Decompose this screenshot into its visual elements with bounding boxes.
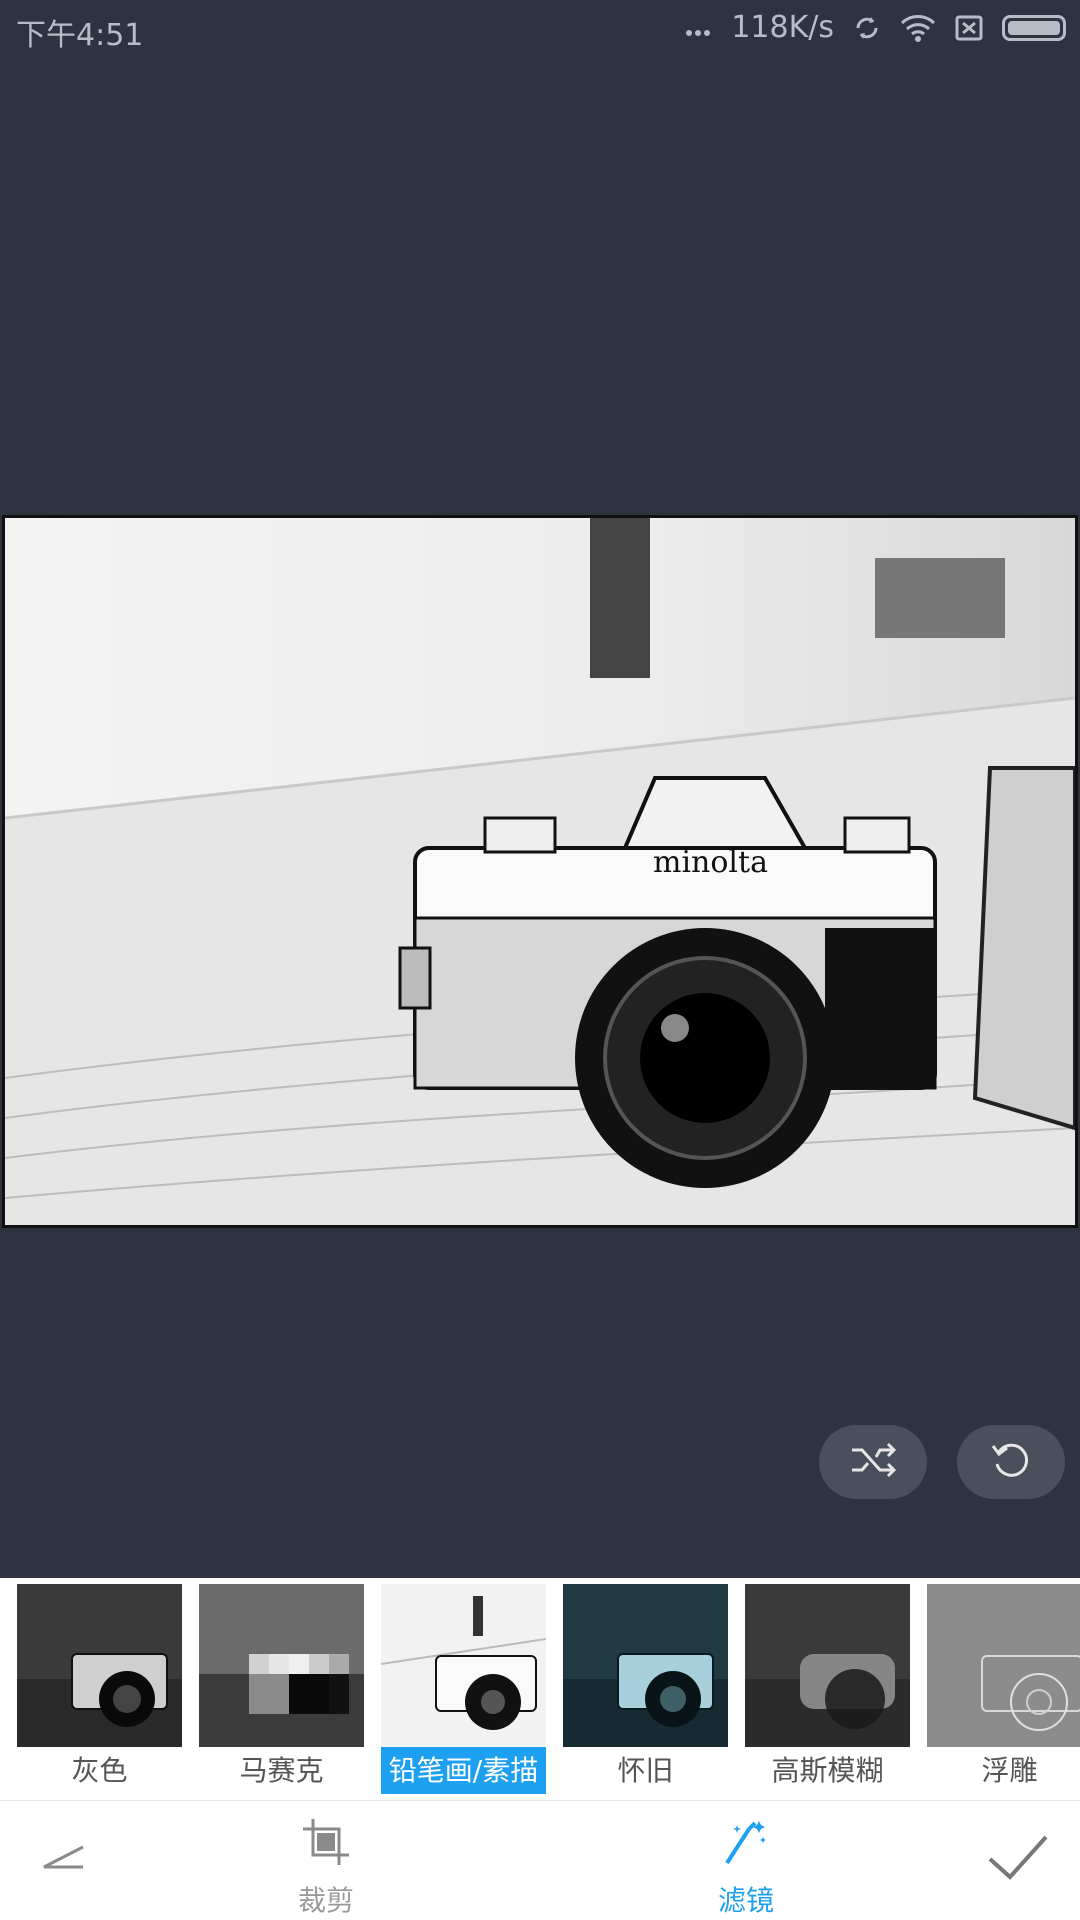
filter-label: 灰色 (71, 1754, 128, 1787)
check-icon (986, 1831, 1050, 1887)
photo-preview: minolta (2, 515, 1078, 1228)
filter-sketch[interactable]: 铅笔画/素描 (381, 1584, 546, 1794)
filter-gray[interactable]: 灰色 (17, 1584, 182, 1794)
filter-thumbnail (563, 1584, 728, 1747)
more-dots-icon (683, 13, 713, 43)
filter-vintage[interactable]: 怀旧 (563, 1584, 728, 1794)
filter-gaussian-blur[interactable]: 高斯模糊 (745, 1584, 910, 1794)
wifi-icon (900, 13, 936, 43)
sync-icon (852, 13, 882, 43)
filter-thumbnail (17, 1584, 182, 1747)
back-button[interactable] (38, 1837, 88, 1881)
bottom-toolbar: 裁剪 滤镜 (0, 1800, 1080, 1920)
filter-thumbnail (381, 1584, 546, 1747)
filter-thumbnail (199, 1584, 364, 1747)
filter-thumbnail (927, 1584, 1080, 1747)
filter-label: 怀旧 (617, 1754, 674, 1787)
filter-thumbnail (745, 1584, 910, 1747)
filter-mosaic[interactable]: 马赛克 (199, 1584, 364, 1794)
filter-strip[interactable]: 灰色 马赛克 铅笔画/素描 怀旧 高斯模糊 浮雕 (0, 1578, 1080, 1800)
crop-icon (299, 1815, 353, 1873)
magic-wand-icon (719, 1815, 773, 1873)
filter-label: 浮雕 (981, 1754, 1038, 1787)
filter-label: 高斯模糊 (771, 1754, 884, 1787)
crop-label: 裁剪 (298, 1884, 355, 1917)
filter-label: 铅笔画/素描 (381, 1747, 546, 1794)
filter-label: 滤镜 (718, 1884, 775, 1917)
filter-emboss[interactable]: 浮雕 (927, 1584, 1080, 1794)
status-time: 下午4:51 (16, 18, 144, 53)
confirm-button[interactable] (986, 1831, 1050, 1887)
status-bar: 下午4:51 118K/s (0, 0, 1080, 60)
shuffle-icon (850, 1440, 897, 1484)
svg-text:minolta: minolta (653, 845, 768, 880)
battery-icon (1002, 14, 1066, 41)
shuffle-button[interactable] (819, 1425, 927, 1499)
status-icons: 118K/s (683, 10, 1066, 45)
filter-tool[interactable]: 滤镜 (718, 1815, 774, 1919)
rotate-ccw-icon (989, 1438, 1033, 1486)
crop-tool[interactable]: 裁剪 (298, 1815, 354, 1919)
filter-label: 马赛克 (239, 1754, 324, 1787)
back-icon (38, 1837, 88, 1881)
reset-button[interactable] (957, 1425, 1065, 1499)
no-sim-icon (954, 13, 984, 43)
network-speed: 118K/s (731, 10, 834, 45)
